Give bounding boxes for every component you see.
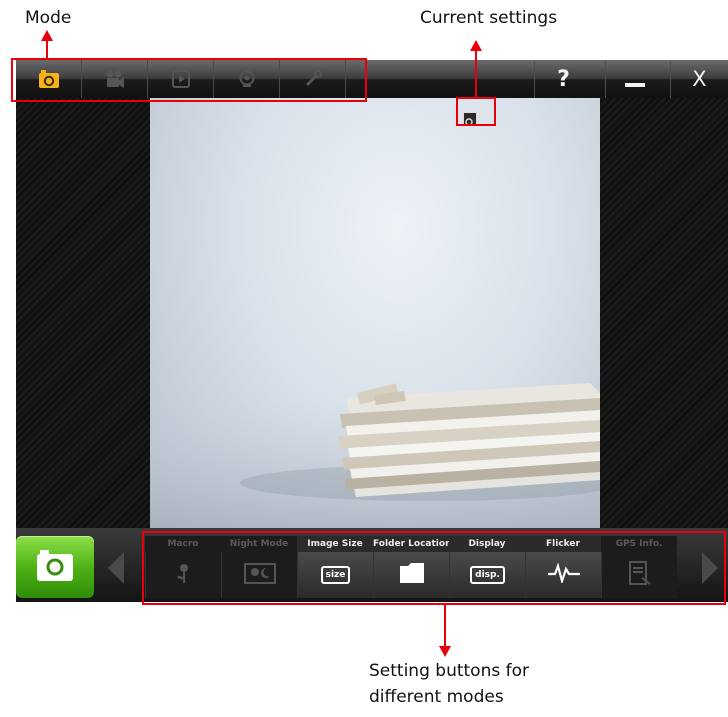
setting-label: GPS Info. [601, 536, 677, 552]
setting-label: Folder Location [373, 536, 449, 552]
mode-playback-button[interactable] [148, 60, 214, 98]
flicker-wave-icon [547, 562, 581, 587]
current-mode-button[interactable] [16, 536, 94, 598]
setting-buttons-annotation-line1: Setting buttons for [369, 661, 529, 681]
current-settings-annotation-label: Current settings [420, 8, 558, 28]
setting-buttons-annotation-line2: different modes [369, 687, 504, 707]
size-icon: size [320, 566, 351, 584]
minimize-button[interactable] [605, 60, 663, 98]
display-icon: disp. [470, 566, 505, 584]
mode-annotation-arrowhead [41, 30, 53, 41]
setting-label: Night Mode [221, 536, 297, 552]
mode-webcam-button[interactable] [214, 60, 280, 98]
setting-display-button[interactable]: Display disp. [449, 536, 525, 598]
setting-label: Display [449, 536, 525, 552]
close-label: X [692, 67, 707, 91]
flower-icon [174, 562, 194, 588]
setting-night-mode-button[interactable]: Night Mode [221, 536, 297, 598]
close-button[interactable]: X [670, 60, 728, 98]
setting-folder-location-button[interactable]: Folder Location [373, 536, 449, 598]
camera-icon [35, 548, 75, 586]
settings-indicator-icon [463, 112, 477, 127]
setting-label: Macro [145, 536, 221, 552]
camera-icon [38, 69, 60, 89]
stacked-papers-photo [150, 383, 600, 528]
tools-icon [303, 69, 323, 89]
setting-buttons-annotation-arrowhead [439, 646, 451, 657]
current-settings-annotation-arrowhead [470, 40, 482, 51]
mode-camera-button[interactable] [16, 60, 82, 98]
help-label: ? [557, 66, 570, 92]
title-bar: ? X [16, 60, 728, 98]
bottom-toolbar: Macro Night Mode Image Size size Folder … [16, 528, 728, 602]
scroll-left-button[interactable] [104, 548, 128, 588]
webcam-icon [237, 69, 257, 89]
mode-annotation-arrow-line [46, 39, 48, 58]
video-camera-icon [104, 69, 126, 89]
left-arrow-icon [108, 552, 124, 584]
current-settings-annotation-arrow-line [475, 50, 477, 97]
setting-label: Image Size [297, 536, 373, 552]
image-viewer [16, 98, 728, 528]
scroll-right-button[interactable] [698, 548, 722, 588]
preview-photo [150, 98, 600, 528]
minimize-icon [624, 83, 645, 87]
setting-gps-info-button[interactable]: GPS Info. [601, 536, 677, 598]
setting-flicker-button[interactable]: Flicker [525, 536, 601, 598]
setting-buttons-annotation-arrow-line [444, 605, 446, 648]
folder-icon [399, 562, 425, 588]
setting-macro-button[interactable]: Macro [145, 536, 221, 598]
playback-icon [171, 69, 191, 89]
setting-image-size-button[interactable]: Image Size size [297, 536, 373, 598]
night-portrait-icon [243, 562, 276, 588]
help-button[interactable]: ? [534, 60, 592, 98]
setting-label: Flicker [525, 536, 601, 552]
mode-tools-button[interactable] [280, 60, 346, 98]
right-arrow-icon [702, 552, 718, 584]
mode-annotation-label: Mode [25, 8, 72, 28]
mode-video-button[interactable] [82, 60, 148, 98]
camera-app-window: ? X Macro Night Mode Image Size size Fol… [16, 60, 728, 602]
gps-info-icon [628, 560, 652, 590]
